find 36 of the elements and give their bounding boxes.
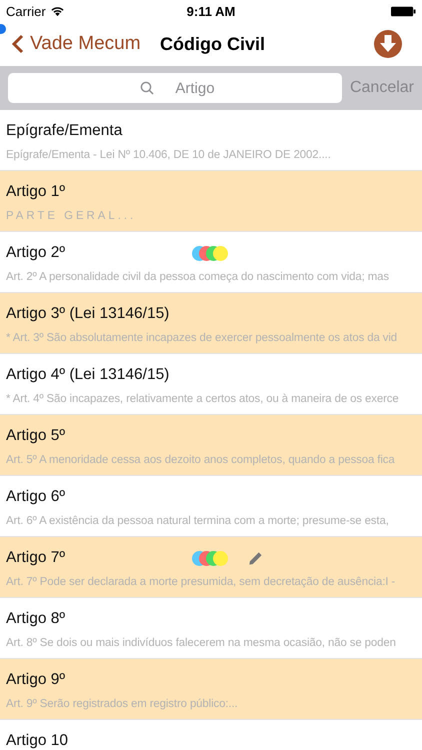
- search-icon: [140, 81, 154, 95]
- article-title: Artigo 2º: [6, 244, 66, 262]
- wifi-icon: [50, 6, 65, 16]
- article-summary: Art. 8º Se dois ou mais indivíduos falecerem na mesma ocasião, não se poden: [6, 637, 397, 649]
- article-row[interactable]: Artigo 9º Art. 9º Serão registrados em registro público:...: [0, 659, 422, 720]
- article-summary: Epígrafe/Ementa - Lei Nº 10.406, DE 10 de JANEIRO DE 2002....: [6, 149, 332, 161]
- article-summary: Art. 5º A menoridade cessa aos dezoito anos completos, quando a pessoa fica: [6, 454, 396, 466]
- download-icon[interactable]: [374, 30, 402, 58]
- chevron-left-icon: [12, 34, 24, 54]
- screen-title: Código Civil: [160, 34, 265, 54]
- article-title: Artigo 6º: [6, 488, 66, 506]
- article-title: Artigo 5º: [6, 427, 66, 445]
- article-title: Epígrafe/Ementa: [6, 122, 124, 140]
- article-title: Artigo 8º: [6, 610, 66, 628]
- article-summary: Art. 2º A personalidade civil da pessoa começa do nascimento com vida; mas: [6, 271, 390, 283]
- article-row[interactable]: Artigo 5º Art. 5º A menoridade cessa aos dezoito anos completos, quando a pessoa fica: [0, 415, 422, 476]
- article-summary: Art. 7º Pode ser declarada a morte presumida, sem decretação de ausência:I -: [6, 576, 396, 588]
- article-summary: * Art. 4º São incapazes, relativamente a certos atos, ou à maneira de os exerce: [6, 393, 400, 405]
- battery-icon: [391, 6, 416, 16]
- search-field[interactable]: Artigo: [8, 73, 342, 103]
- article-title: Artigo 4º (Lei 13146/15): [6, 366, 170, 384]
- article-row[interactable]: Artigo 7º Art. 7º Pode ser declarada a morte presumida, sem decretação de ausência:I -: [0, 537, 422, 598]
- back-button[interactable]: Vade Mecum: [12, 33, 141, 55]
- article-summary: PARTE GERAL...: [6, 210, 138, 222]
- article-title: Artigo 3º (Lei 13146/15): [6, 305, 170, 323]
- article-row[interactable]: Artigo 3º (Lei 13146/15) * Art. 3º São absolutamente incapazes de exercer pessoalmente os atos da vid: [0, 293, 422, 354]
- article-title: Artigo 1º: [6, 183, 66, 201]
- article-summary: * Art. 3º São absolutamente incapazes de exercer pessoalmente os atos da vid: [6, 332, 398, 344]
- article-summary: Art. 9º Serão registrados em registro público:...: [6, 698, 239, 710]
- article-summary: Art. 6º A existência da pessoa natural termina com a morte; presume-se esta,: [6, 515, 390, 527]
- clock-time: 9:11 AM: [186, 4, 236, 18]
- article-title: Artigo 9º: [6, 671, 66, 689]
- article-row[interactable]: Artigo 1º PARTE GERAL...: [0, 171, 422, 232]
- carrier-label: Carrier: [6, 4, 46, 18]
- article-title: Artigo 7º: [6, 549, 66, 567]
- article-title: Artigo 10: [6, 732, 70, 750]
